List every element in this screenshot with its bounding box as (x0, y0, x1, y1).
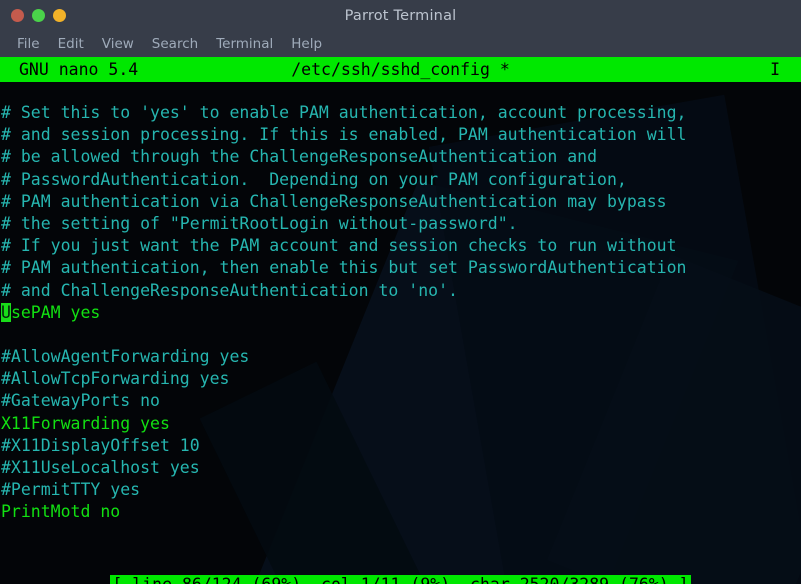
editor-line[interactable]: #GatewayPorts no (0, 390, 801, 412)
editor-line-text: # PasswordAuthentication. Depending on y… (1, 169, 627, 189)
editor-line-text: # the setting of "PermitRootLogin withou… (1, 213, 518, 233)
menu-item-view[interactable]: View (93, 34, 143, 54)
editor-line-text: #AllowAgentForwarding yes (1, 347, 250, 367)
editor-line[interactable]: # Set this to 'yes' to enable PAM authen… (0, 102, 801, 124)
terminal-window: Parrot Terminal File Edit View Search Termin… (0, 0, 801, 584)
editor-line-text: #X11UseLocalhost yes (1, 458, 200, 477)
editor-line-text: #X11DisplayOffset 10 (1, 435, 200, 455)
editor-line-text: # be allowed through the ChallengeRespon… (1, 147, 598, 167)
menu-item-help[interactable]: Help (282, 34, 331, 54)
editor-line[interactable]: #AllowTcpForwarding yes (0, 368, 801, 390)
editor-line[interactable]: # and ChallengeResponseAuthentication to… (0, 280, 801, 302)
editor-line[interactable]: #X11UseLocalhost yes (0, 457, 801, 479)
menu-item-search[interactable]: Search (143, 34, 207, 54)
menu-item-terminal[interactable]: Terminal (207, 34, 282, 54)
editor-line[interactable]: # If you just want the PAM account and s… (0, 235, 801, 257)
editor-line-text: sePAM yes (10, 302, 101, 322)
editor-line-text: #PermitTTY yes (1, 480, 141, 500)
nano-modified-indicator: I (770, 60, 780, 79)
editor-line[interactable]: # PasswordAuthentication. Depending on y… (0, 169, 801, 191)
editor-line[interactable] (0, 324, 801, 346)
nano-title-bar: GNU nano 5.4 /etc/ssh/sshd_config * I (0, 57, 801, 82)
editor-line[interactable]: #AllowAgentForwarding yes (0, 346, 801, 368)
text-cursor: U (1, 302, 11, 322)
editor-line-text: PrintMotd no (1, 502, 121, 522)
editor-line[interactable]: #PermitTTY yes (0, 479, 801, 501)
editor-line[interactable]: X11Forwarding yes (0, 413, 801, 435)
nano-status-bar: [ line 86/124 (69%), col 1/11 (9%), char… (0, 573, 801, 584)
editor-line-text: # PAM authentication via ChallengeRespon… (1, 191, 667, 211)
nano-status-message: [ line 86/124 (69%), col 1/11 (9%), char… (110, 575, 691, 584)
editor-line-text: #AllowTcpForwarding yes (1, 369, 230, 389)
window-controls (11, 0, 66, 31)
editor-line-text: # Set this to 'yes' to enable PAM authen… (1, 103, 687, 122)
window-title: Parrot Terminal (344, 7, 457, 24)
editor-line-text: # and session processing. If this is ena… (1, 125, 687, 145)
editor-line[interactable]: # and session processing. If this is ena… (0, 124, 801, 146)
editor-line[interactable]: #X11DisplayOffset 10 (0, 435, 801, 457)
editor-line-text: X11Forwarding yes (1, 413, 170, 433)
editor-line-text: #GatewayPorts no (1, 391, 160, 411)
menu-bar: File Edit View Search Terminal Help (0, 31, 801, 57)
editor-line[interactable]: # be allowed through the ChallengeRespon… (0, 146, 801, 168)
editor-line[interactable]: # PAM authentication via ChallengeRespon… (0, 191, 801, 213)
menu-item-edit[interactable]: Edit (49, 34, 93, 54)
editor-line-text: # and ChallengeResponseAuthentication to… (1, 280, 458, 300)
editor-line[interactable]: # the setting of "PermitRootLogin withou… (0, 213, 801, 235)
editor-line[interactable]: # PAM authentication, then enable this b… (0, 257, 801, 279)
editor-line-text: # If you just want the PAM account and s… (1, 236, 677, 256)
window-titlebar: Parrot Terminal (0, 0, 801, 31)
terminal-content[interactable]: GNU nano 5.4 /etc/ssh/sshd_config * I # … (0, 57, 801, 584)
minimize-window-icon[interactable] (32, 9, 45, 22)
nano-filename: /etc/ssh/sshd_config * (291, 60, 510, 79)
menu-item-file[interactable]: File (8, 34, 49, 54)
nano-editor-lines[interactable]: # Set this to 'yes' to enable PAM authen… (0, 102, 801, 524)
editor-line[interactable]: UsePAM yes (0, 302, 801, 324)
maximize-window-icon[interactable] (53, 9, 66, 22)
close-window-icon[interactable] (11, 9, 24, 22)
editor-line-text: # PAM authentication, then enable this b… (1, 258, 687, 278)
editor-line[interactable]: PrintMotd no (0, 501, 801, 523)
